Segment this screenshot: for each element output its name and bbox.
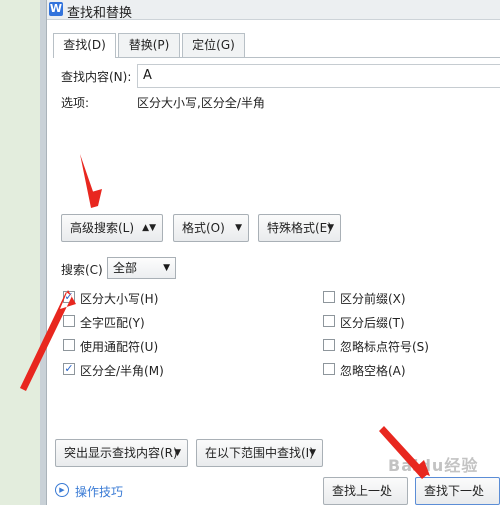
option-label: 区分大小写(H)	[80, 292, 159, 306]
find-in-label: 在以下范围中查找(I)	[205, 446, 314, 460]
search-scope-value: 全部	[113, 261, 138, 275]
wps-writer-icon: W	[49, 2, 63, 16]
play-circle-icon: ▶	[55, 483, 69, 497]
advanced-search-button[interactable]: 高级搜索(L) ▲▼	[61, 214, 163, 242]
tab-find[interactable]: 查找(D)	[53, 33, 116, 58]
highlight-results-label: 突出显示查找内容(R)	[64, 446, 178, 460]
find-replace-dialog: W 查找和替换 查找(D) 替换(P) 定位(G) 查找内容(N): A 选项:…	[46, 0, 500, 505]
checkbox-checked[interactable]: ✓	[63, 291, 75, 303]
advanced-search-label: 高级搜索(L)	[70, 221, 135, 235]
find-previous-label: 查找上一处(B)	[332, 484, 393, 498]
checkbox-unchecked[interactable]	[323, 291, 335, 303]
background-document-area	[0, 0, 40, 505]
option-label: 全字匹配(Y)	[80, 316, 145, 330]
option-label: 忽略空格(A)	[340, 364, 406, 378]
tab-replace[interactable]: 替换(P)	[118, 33, 180, 57]
find-content-input[interactable]: A	[137, 64, 500, 88]
options-summary: 区分大小写,区分全/半角	[137, 96, 265, 110]
search-scope-label: 搜索(C)	[61, 263, 103, 277]
chevron-down-icon: ▼	[235, 223, 242, 233]
option-label: 使用通配符(U)	[80, 340, 159, 354]
checkbox-unchecked[interactable]	[323, 363, 335, 375]
help-label: 操作技巧	[75, 485, 124, 499]
options-label: 选项:	[61, 96, 90, 110]
dialog-titlebar: W 查找和替换	[47, 0, 500, 21]
option-label: 区分全/半角(M)	[80, 364, 164, 378]
chevron-down-icon: ▼	[327, 223, 334, 233]
format-label: 格式(O)	[182, 221, 225, 235]
special-format-button[interactable]: 特殊格式(E) ▼	[258, 214, 341, 242]
tab-goto[interactable]: 定位(G)	[182, 33, 245, 57]
find-content-label: 查找内容(N):	[61, 70, 132, 84]
checkbox-unchecked[interactable]	[323, 315, 335, 327]
checkbox-checked[interactable]: ✓	[63, 363, 75, 375]
chevron-down-icon: ▼	[309, 448, 316, 458]
checkbox-unchecked[interactable]	[63, 315, 75, 327]
checkbox-unchecked[interactable]	[323, 339, 335, 351]
chevron-down-icon: ▼	[163, 263, 170, 273]
search-scope-select[interactable]: 全部 ▼	[107, 257, 176, 279]
format-button[interactable]: 格式(O) ▼	[173, 214, 249, 242]
find-next-button[interactable]: 查找下一处(F)	[415, 477, 500, 505]
option-label: 区分后缀(T)	[340, 316, 405, 330]
baidu-watermark: Baidu经验	[388, 456, 479, 475]
find-in-button[interactable]: 在以下范围中查找(I) ▼	[196, 439, 323, 467]
special-format-label: 特殊格式(E)	[267, 221, 332, 235]
highlight-results-button[interactable]: 突出显示查找内容(R) ▼	[55, 439, 188, 467]
checkbox-unchecked[interactable]	[63, 339, 75, 351]
find-next-label: 查找下一处(F)	[424, 484, 485, 498]
collapse-toggle-icon: ▲▼	[142, 223, 156, 233]
option-label: 忽略标点符号(S)	[340, 340, 429, 354]
find-previous-button[interactable]: 查找上一处(B)	[323, 477, 408, 505]
option-label: 区分前缀(X)	[340, 292, 406, 306]
dialog-title: 查找和替换	[67, 6, 133, 21]
chevron-down-icon: ▼	[174, 448, 181, 458]
